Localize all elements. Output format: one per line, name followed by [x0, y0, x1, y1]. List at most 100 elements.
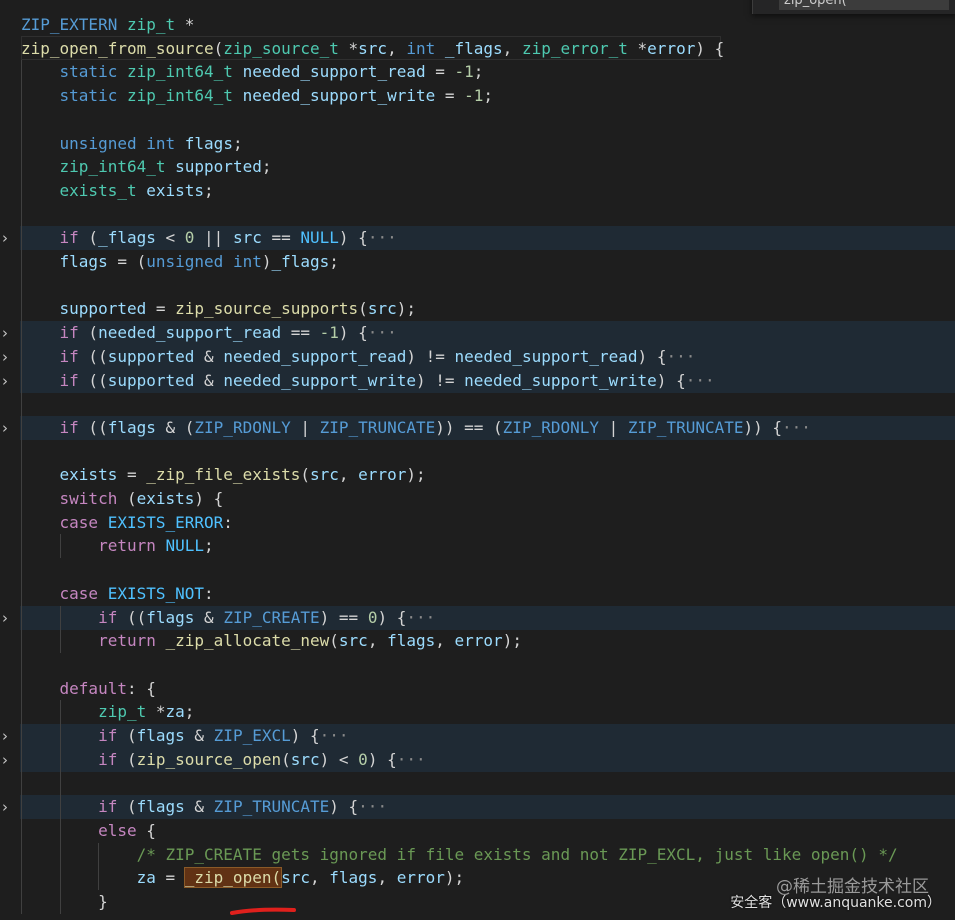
folded-code-line[interactable]: › if (flags & ZIP_EXCL) {··· — [0, 724, 955, 748]
code-token: flags — [146, 607, 195, 627]
code-token: ) != — [406, 346, 455, 366]
fold-chevron-icon[interactable]: › — [2, 608, 16, 628]
code-token: zip_t — [98, 702, 147, 722]
folded-code-line[interactable]: › if (flags & ZIP_TRUNCATE) {··· — [0, 795, 955, 820]
code-token: ) { — [329, 797, 359, 817]
code-token: if — [59, 417, 79, 437]
code-editor[interactable]: ZIP_EXTERN zip_t * zip_open_from_source(z… — [0, 0, 955, 920]
code-line[interactable]: ZIP_EXTERN zip_t * — [0, 13, 955, 37]
code-line[interactable]: zip_int64_t supported; — [0, 155, 955, 179]
code-token: if — [98, 749, 118, 769]
code-line[interactable]: return _zip_allocate_new(src, flags, err… — [0, 629, 955, 653]
code-token: static — [59, 62, 118, 82]
folded-code-line[interactable]: › if ((flags & (ZIP_RDONLY | ZIP_TRUNCAT… — [0, 415, 955, 440]
code-token: , — [387, 38, 407, 58]
code-line[interactable]: exists = _zip_file_exists(src, error); — [0, 463, 955, 487]
code-line[interactable]: zip_open_from_source(zip_source_t *src, … — [0, 37, 955, 61]
watermark-anquanke: 安全客（www.anquanke.com） — [730, 895, 941, 911]
code-line[interactable] — [0, 203, 955, 227]
code-line[interactable] — [0, 653, 955, 677]
folded-code-line[interactable]: › if ((supported & needed_support_read) … — [0, 344, 955, 369]
code-line[interactable]: exists_t exists; — [0, 179, 955, 203]
code-token: zip_source_open — [136, 749, 282, 769]
code-token: { — [136, 820, 156, 840]
code-token: ( — [281, 749, 291, 769]
code-token: ) != — [415, 370, 465, 390]
code-token: EXISTS_ERROR — [107, 512, 224, 532]
code-line[interactable]: static zip_int64_t needed_support_write … — [0, 84, 955, 108]
fold-chevron-icon[interactable]: › — [2, 371, 16, 391]
code-line[interactable]: case EXISTS_NOT: — [0, 582, 955, 606]
code-token: exists — [136, 489, 195, 508]
code-token: & — [194, 607, 224, 627]
code-line[interactable]: switch (exists) { — [0, 487, 955, 511]
code-line[interactable] — [0, 392, 955, 416]
code-token: ; — [473, 62, 484, 82]
code-token: , — [310, 868, 330, 888]
code-token: int — [232, 252, 262, 271]
fold-chevron-icon[interactable]: › — [2, 797, 16, 817]
code-line[interactable] — [0, 558, 955, 582]
code-token: _zip_file_exists — [146, 465, 301, 485]
code-token: ( — [329, 631, 339, 651]
folded-code-line[interactable]: › if ((flags & ZIP_CREATE) == 0) {··· — [0, 605, 955, 630]
code-token: ; — [184, 702, 195, 722]
code-line[interactable]: default: { — [0, 677, 955, 701]
code-line[interactable]: case EXISTS_ERROR: — [0, 511, 955, 535]
code-token: ) { — [290, 726, 320, 745]
folded-code-line[interactable]: › if (_flags < 0 || src == NULL) {··· — [0, 226, 955, 251]
indent-guide — [60, 700, 61, 914]
code-line[interactable]: zip_t *za; — [0, 700, 955, 724]
code-token: error — [358, 465, 407, 485]
code-token: ); — [502, 631, 522, 651]
find-widget[interactable]: zip_open( — [752, 0, 955, 14]
code-text: zip_open_from_source(zip_source_t *src, … — [21, 37, 724, 61]
code-line[interactable]: static zip_int64_t needed_support_read =… — [0, 60, 955, 84]
code-token: flags — [184, 133, 233, 153]
code-line[interactable]: unsigned int flags; — [0, 132, 955, 156]
code-token: src — [358, 38, 388, 58]
fold-chevron-icon[interactable]: › — [2, 228, 16, 248]
code-line[interactable]: return NULL; — [0, 534, 955, 558]
code-token: & — [184, 726, 214, 745]
code-token: & — [194, 346, 224, 366]
code-text: if (_flags < 0 || src == NULL) {··· — [21, 226, 397, 250]
find-input[interactable]: zip_open( — [779, 0, 949, 10]
code-token: _zip_allocate_new — [165, 631, 330, 651]
code-line[interactable]: supported = zip_source_supports(src); — [0, 297, 955, 321]
code-token: , — [435, 631, 455, 651]
folded-code-line[interactable]: › if (needed_support_read == -1) {··· — [0, 321, 955, 346]
code-line[interactable] — [0, 440, 955, 464]
code-line[interactable]: flags = (unsigned int)_flags; — [0, 250, 955, 274]
code-line[interactable] — [0, 771, 955, 795]
code-text: if (needed_support_read == -1) {··· — [21, 321, 397, 345]
code-token: * — [175, 15, 195, 34]
fold-chevron-icon[interactable]: › — [2, 750, 16, 770]
code-token: ) { — [338, 228, 368, 248]
fold-chevron-icon[interactable]: › — [2, 726, 16, 746]
code-token: ( — [358, 299, 368, 319]
fold-chevron-icon[interactable]: › — [2, 418, 16, 438]
code-token: (( — [117, 607, 147, 627]
code-token: == — [261, 228, 301, 248]
code-token: < — [155, 228, 185, 248]
code-line[interactable] — [0, 108, 955, 132]
code-token: * — [627, 38, 648, 58]
fold-chevron-icon[interactable]: › — [2, 323, 16, 343]
code-token: & — [194, 370, 224, 390]
code-text: if (flags & ZIP_EXCL) {··· — [21, 724, 348, 748]
code-line[interactable]: /* ZIP_CREATE gets ignored if file exist… — [0, 843, 955, 867]
folded-code-line[interactable]: › if ((supported & needed_support_write)… — [0, 368, 955, 393]
code-line[interactable]: else { — [0, 819, 955, 843]
fold-chevron-icon[interactable]: › — [2, 347, 16, 367]
code-line[interactable] — [0, 274, 955, 298]
code-token: error — [454, 631, 503, 651]
folded-code-line[interactable]: › if (zip_source_open(src) < 0) {··· — [0, 747, 955, 772]
